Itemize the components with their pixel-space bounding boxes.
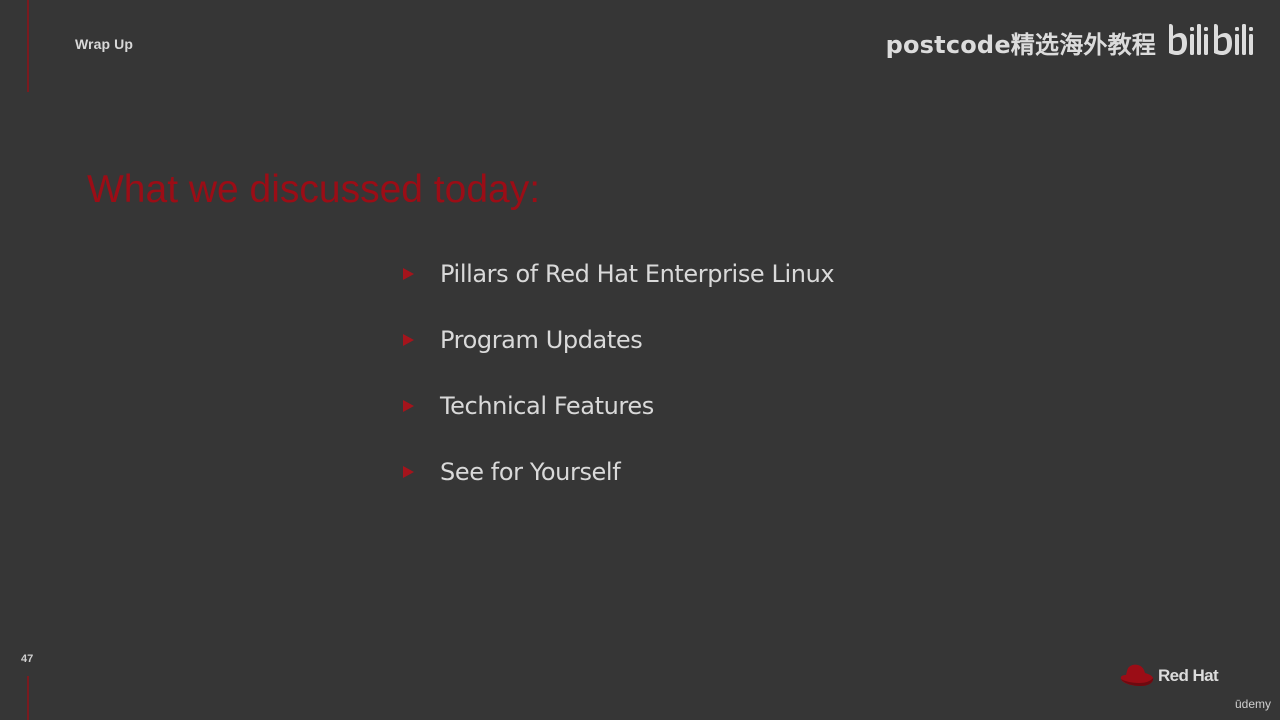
triangle-right-icon — [403, 400, 414, 412]
section-label: Wrap Up — [75, 36, 133, 52]
triangle-right-icon — [403, 268, 414, 280]
bullet-text: Technical Features — [440, 392, 654, 420]
left-accent-rule-top — [27, 0, 29, 92]
slide-title: What we discussed today: — [87, 168, 541, 211]
triangle-right-icon — [403, 334, 414, 346]
bullet-item: Pillars of Red Hat Enterprise Linux — [400, 252, 835, 296]
bullet-text: See for Yourself — [440, 458, 621, 486]
watermark: postcode精选海外教程 — [886, 22, 1258, 62]
red-hat-icon — [1120, 664, 1154, 686]
bullet-list: Pillars of Red Hat Enterprise Linux Prog… — [400, 252, 835, 516]
bullet-text: Program Updates — [440, 326, 643, 354]
triangle-right-icon — [403, 466, 414, 478]
udemy-watermark: ūdemy — [1234, 697, 1271, 711]
left-accent-rule-bottom — [27, 676, 29, 720]
bullet-text: Pillars of Red Hat Enterprise Linux — [440, 260, 835, 288]
red-hat-logo: Red Hat — [1119, 663, 1219, 689]
bilibili-logo — [1169, 24, 1253, 55]
page-number: 47 — [21, 653, 34, 665]
bullet-item: See for Yourself — [400, 450, 834, 494]
watermark-text: postcode精选海外教程 — [885, 30, 1156, 59]
red-hat-wordmark: Red Hat — [1158, 666, 1219, 685]
bullet-item: Technical Features — [400, 384, 834, 428]
bullet-item: Program Updates — [400, 318, 834, 362]
